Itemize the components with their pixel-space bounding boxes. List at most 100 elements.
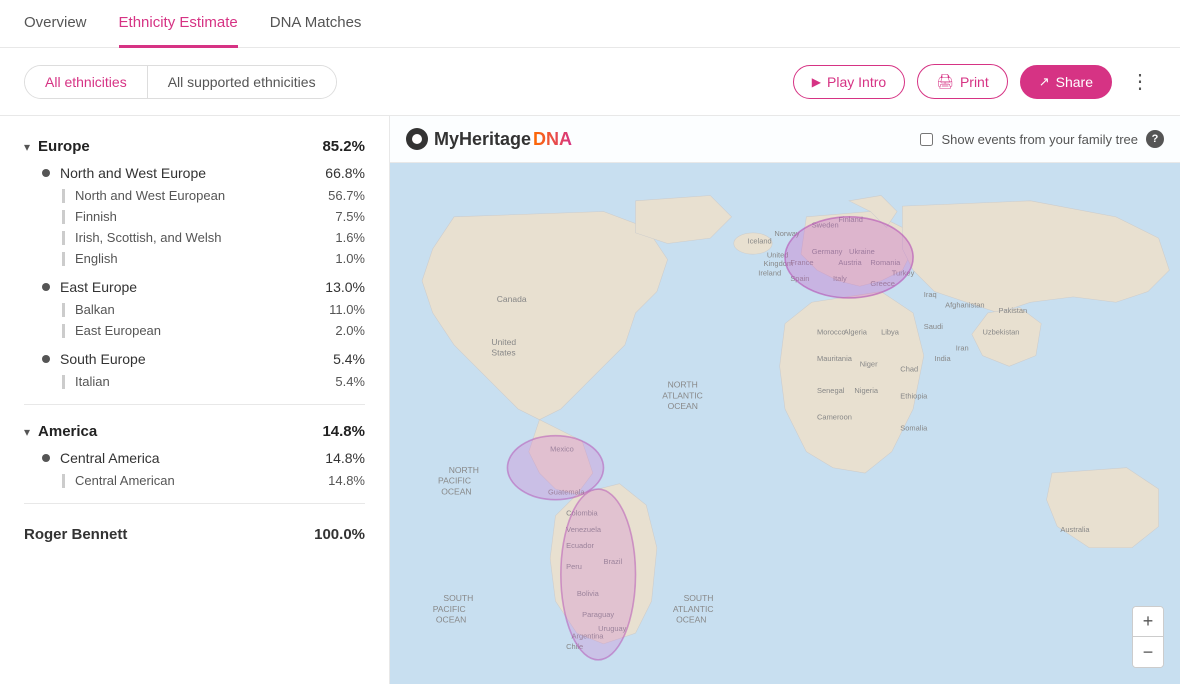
- nwe-item-2-name: Irish, Scottish, and Welsh: [75, 230, 335, 245]
- north-west-europe-name: North and West Europe: [60, 165, 325, 181]
- ca-item-0: Central American 14.8%: [0, 470, 389, 491]
- europe-chevron: ▾: [24, 140, 30, 154]
- filter-bar: All ethnicities All supported ethnicitie…: [0, 48, 1180, 116]
- map-label-spo: SOUTH: [443, 593, 473, 603]
- map-label-algeria: Algeria: [844, 327, 868, 336]
- map-label-australia: Australia: [1060, 525, 1090, 534]
- map-label-afghan: Afghanistan: [945, 301, 984, 310]
- central-america-highlight: [507, 436, 603, 500]
- map-label-ethiopia: Ethiopia: [900, 391, 928, 400]
- map-label-ireland: Ireland: [758, 269, 781, 278]
- east-europe-pct: 13.0%: [325, 279, 365, 295]
- nwe-item-1: Finnish 7.5%: [0, 206, 389, 227]
- map-label-somalia: Somalia: [900, 423, 928, 432]
- map-label-libya: Libya: [881, 327, 900, 336]
- bar-icon: [62, 324, 65, 338]
- europe-highlight: [785, 217, 913, 298]
- filter-all-supported[interactable]: All supported ethnicities: [148, 66, 336, 98]
- map-container: Canada United States NORTH PACIFIC OCEAN…: [390, 166, 1180, 684]
- map-label-india: India: [934, 354, 951, 363]
- bullet-icon: [42, 454, 50, 462]
- america-group: ▾ America 14.8% Central America 14.8% Ce…: [0, 417, 389, 491]
- action-buttons: ▶ Play Intro 🖨 Print ↗ Share ⋮: [793, 64, 1156, 99]
- europe-header[interactable]: ▾ Europe 85.2%: [0, 132, 389, 161]
- divider-2: [24, 503, 365, 504]
- america-name: America: [38, 423, 322, 440]
- filter-all-ethnicities[interactable]: All ethnicities: [25, 66, 147, 98]
- myheritage-logo: MyHeritage DNA: [406, 128, 572, 150]
- bar-icon: [62, 303, 65, 317]
- nav-overview[interactable]: Overview: [24, 0, 87, 48]
- divider: [24, 404, 365, 405]
- bar-icon: [62, 189, 65, 203]
- ee-item-1: East European 2.0%: [0, 320, 389, 341]
- bar-icon: [62, 210, 65, 224]
- map-header: MyHeritage DNA Show events from your fam…: [390, 116, 1180, 163]
- map-label-npo3: OCEAN: [441, 486, 471, 496]
- se-item-0-name: Italian: [75, 374, 335, 389]
- america-header[interactable]: ▾ America 14.8%: [0, 417, 389, 446]
- play-intro-button[interactable]: ▶ Play Intro: [793, 65, 905, 99]
- map-label-senegal: Senegal: [817, 386, 845, 395]
- print-icon: 🖨: [936, 73, 954, 90]
- map-label-cameroon: Cameroon: [817, 413, 852, 422]
- zoom-controls: + −: [1132, 606, 1164, 668]
- zoom-out-button[interactable]: −: [1133, 637, 1163, 667]
- america-chevron: ▾: [24, 425, 30, 439]
- south-europe-row[interactable]: South Europe 5.4%: [0, 347, 389, 371]
- central-america-pct: 14.8%: [325, 450, 365, 466]
- play-icon: ▶: [812, 75, 821, 89]
- nwe-item-2: Irish, Scottish, and Welsh 1.6%: [0, 227, 389, 248]
- more-options-button[interactable]: ⋮: [1124, 66, 1156, 98]
- central-america-row[interactable]: Central America 14.8%: [0, 446, 389, 470]
- ca-item-0-name: Central American: [75, 473, 328, 488]
- map-label-iceland: Iceland: [748, 237, 772, 246]
- map-area: MyHeritage DNA Show events from your fam…: [390, 116, 1180, 684]
- map-label-niger: Niger: [860, 359, 878, 368]
- map-label-saudi: Saudi: [924, 322, 943, 331]
- nwe-item-2-pct: 1.6%: [335, 230, 365, 245]
- se-item-0: Italian 5.4%: [0, 371, 389, 392]
- nwe-item-0-name: North and West European: [75, 188, 328, 203]
- nwe-item-0: North and West European 56.7%: [0, 185, 389, 206]
- nwe-item-1-pct: 7.5%: [335, 209, 365, 224]
- ee-item-0-name: Balkan: [75, 302, 329, 317]
- bar-icon: [62, 375, 65, 389]
- east-europe-row[interactable]: East Europe 13.0%: [0, 275, 389, 299]
- logo-text: MyHeritage: [434, 129, 531, 150]
- help-icon[interactable]: ?: [1146, 130, 1164, 148]
- map-label-us: United: [491, 337, 516, 347]
- map-label-npo: NORTH: [449, 465, 479, 475]
- total-person-name: Roger Bennett: [24, 526, 314, 543]
- share-button[interactable]: ↗ Share: [1020, 65, 1112, 99]
- south-europe-pct: 5.4%: [333, 351, 365, 367]
- bar-icon: [62, 474, 65, 488]
- east-europe-name: East Europe: [60, 279, 325, 295]
- zoom-in-button[interactable]: +: [1133, 607, 1163, 637]
- map-label-nao3: OCEAN: [668, 401, 698, 411]
- ee-item-0-pct: 11.0%: [329, 302, 365, 317]
- map-label-canada: Canada: [497, 294, 527, 304]
- europe-name: Europe: [38, 138, 322, 155]
- south-america-highlight: [561, 489, 636, 660]
- nav-dna-matches[interactable]: DNA Matches: [270, 0, 362, 48]
- map-label-iran: Iran: [956, 343, 969, 352]
- map-label-sao3: OCEAN: [676, 615, 706, 625]
- main-content: ▾ Europe 85.2% North and West Europe 66.…: [0, 116, 1180, 684]
- map-label-morocco: Morocco: [817, 327, 846, 336]
- map-label-us2: States: [491, 348, 515, 358]
- show-events-checkbox[interactable]: [920, 133, 933, 146]
- bar-icon: [62, 231, 65, 245]
- print-button[interactable]: 🖨 Print: [917, 64, 1008, 99]
- north-west-europe-pct: 66.8%: [325, 165, 365, 181]
- south-europe-name: South Europe: [60, 351, 333, 367]
- share-icon: ↗: [1039, 74, 1050, 90]
- filter-toggle: All ethnicities All supported ethnicitie…: [24, 65, 337, 99]
- map-label-mauritania: Mauritania: [817, 354, 853, 363]
- ee-item-1-name: East European: [75, 323, 335, 338]
- north-west-europe-row[interactable]: North and West Europe 66.8%: [0, 161, 389, 185]
- nwe-item-3-name: English: [75, 251, 335, 266]
- map-label-spo3: OCEAN: [436, 615, 466, 625]
- top-nav: Overview Ethnicity Estimate DNA Matches: [0, 0, 1180, 48]
- nav-ethnicity-estimate[interactable]: Ethnicity Estimate: [119, 0, 238, 48]
